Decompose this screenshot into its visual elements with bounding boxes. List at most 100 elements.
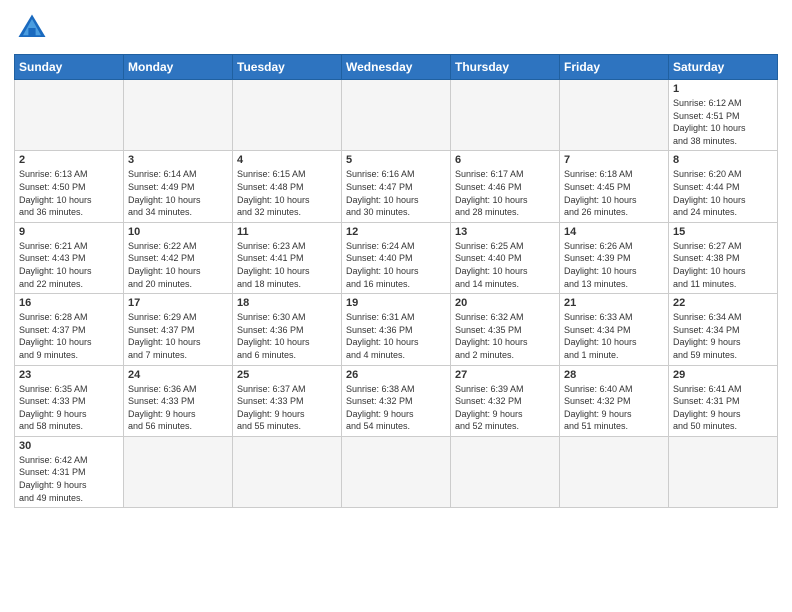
day-number: 7: [564, 154, 664, 166]
weekday-header-row: SundayMondayTuesdayWednesdayThursdayFrid…: [15, 55, 778, 80]
calendar-cell: 9Sunrise: 6:21 AM Sunset: 4:43 PM Daylig…: [15, 222, 124, 293]
day-info: Sunrise: 6:35 AM Sunset: 4:33 PM Dayligh…: [19, 383, 119, 433]
day-info: Sunrise: 6:27 AM Sunset: 4:38 PM Dayligh…: [673, 240, 773, 290]
day-number: 9: [19, 226, 119, 238]
day-number: 27: [455, 369, 555, 381]
weekday-header-tuesday: Tuesday: [233, 55, 342, 80]
calendar-cell: 10 Sunrise: 6:22 AM Sunset: 4:42 PM Dayli…: [124, 222, 233, 293]
calendar-cell: 19 Sunrise: 6:31 AM Sunset: 4:36 PM Dayli…: [342, 294, 451, 365]
calendar-week-row: 16Sunrise: 6:28 AM Sunset: 4:37 PM Dayli…: [15, 294, 778, 365]
day-number: 14: [564, 226, 664, 238]
day-info: Sunrise: 6:39 AM Sunset: 4:32 PM Dayligh…: [455, 383, 555, 433]
calendar-cell: 30 Sunrise: 6:42 AM Sunset: 4:31 PM Dayli…: [15, 436, 124, 507]
calendar-cell: 28Sunrise: 6:40 AM Sunset: 4:32 PM Dayli…: [560, 365, 669, 436]
day-info: Sunrise: 6:17 AM Sunset: 4:46 PM Dayligh…: [455, 168, 555, 218]
day-number: 12: [346, 226, 446, 238]
weekday-header-monday: Monday: [124, 55, 233, 80]
day-number: 17: [128, 297, 228, 309]
calendar-week-row: 9Sunrise: 6:21 AM Sunset: 4:43 PM Daylig…: [15, 222, 778, 293]
header: [14, 10, 778, 46]
day-number: 11: [237, 226, 337, 238]
day-info: Sunrise: 6:42 AM Sunset: 4:31 PM Dayligh…: [19, 454, 119, 504]
calendar-cell: [342, 436, 451, 507]
day-info: Sunrise: 6:15 AM Sunset: 4:48 PM Dayligh…: [237, 168, 337, 218]
calendar-cell: 3 Sunrise: 6:14 AM Sunset: 4:49 PM Daylig…: [124, 151, 233, 222]
calendar-cell: 27 Sunrise: 6:39 AM Sunset: 4:32 PM Dayli…: [451, 365, 560, 436]
day-info: Sunrise: 6:29 AM Sunset: 4:37 PM Dayligh…: [128, 311, 228, 361]
calendar-cell: 22Sunrise: 6:34 AM Sunset: 4:34 PM Dayli…: [669, 294, 778, 365]
calendar-cell: 1 Sunrise: 6:12 AM Sunset: 4:51 PM Daylig…: [669, 80, 778, 151]
calendar-cell: 16Sunrise: 6:28 AM Sunset: 4:37 PM Dayli…: [15, 294, 124, 365]
calendar-cell: [560, 436, 669, 507]
day-number: 2: [19, 154, 119, 166]
day-number: 3: [128, 154, 228, 166]
calendar-cell: 6 Sunrise: 6:17 AM Sunset: 4:46 PM Daylig…: [451, 151, 560, 222]
day-info: Sunrise: 6:26 AM Sunset: 4:39 PM Dayligh…: [564, 240, 664, 290]
day-number: 23: [19, 369, 119, 381]
day-number: 25: [237, 369, 337, 381]
day-number: 8: [673, 154, 773, 166]
day-info: Sunrise: 6:16 AM Sunset: 4:47 PM Dayligh…: [346, 168, 446, 218]
calendar-cell: [233, 436, 342, 507]
calendar-cell: 11Sunrise: 6:23 AM Sunset: 4:41 PM Dayli…: [233, 222, 342, 293]
day-number: 13: [455, 226, 555, 238]
calendar-cell: [15, 80, 124, 151]
day-info: Sunrise: 6:33 AM Sunset: 4:34 PM Dayligh…: [564, 311, 664, 361]
day-number: 15: [673, 226, 773, 238]
calendar-cell: 17 Sunrise: 6:29 AM Sunset: 4:37 PM Dayli…: [124, 294, 233, 365]
day-info: Sunrise: 6:22 AM Sunset: 4:42 PM Dayligh…: [128, 240, 228, 290]
calendar-cell: 29 Sunrise: 6:41 AM Sunset: 4:31 PM Dayli…: [669, 365, 778, 436]
day-number: 28: [564, 369, 664, 381]
day-info: Sunrise: 6:25 AM Sunset: 4:40 PM Dayligh…: [455, 240, 555, 290]
calendar-cell: [124, 80, 233, 151]
calendar-week-row: 30 Sunrise: 6:42 AM Sunset: 4:31 PM Dayli…: [15, 436, 778, 507]
calendar-table: SundayMondayTuesdayWednesdayThursdayFrid…: [14, 54, 778, 508]
day-info: Sunrise: 6:18 AM Sunset: 4:45 PM Dayligh…: [564, 168, 664, 218]
weekday-header-saturday: Saturday: [669, 55, 778, 80]
day-info: Sunrise: 6:36 AM Sunset: 4:33 PM Dayligh…: [128, 383, 228, 433]
page: SundayMondayTuesdayWednesdayThursdayFrid…: [0, 0, 792, 612]
day-info: Sunrise: 6:31 AM Sunset: 4:36 PM Dayligh…: [346, 311, 446, 361]
calendar-cell: 24 Sunrise: 6:36 AM Sunset: 4:33 PM Dayli…: [124, 365, 233, 436]
calendar-cell: 23 Sunrise: 6:35 AM Sunset: 4:33 PM Dayli…: [15, 365, 124, 436]
day-info: Sunrise: 6:41 AM Sunset: 4:31 PM Dayligh…: [673, 383, 773, 433]
day-info: Sunrise: 6:38 AM Sunset: 4:32 PM Dayligh…: [346, 383, 446, 433]
day-number: 30: [19, 440, 119, 452]
calendar-cell: 12Sunrise: 6:24 AM Sunset: 4:40 PM Dayli…: [342, 222, 451, 293]
day-number: 18: [237, 297, 337, 309]
day-number: 21: [564, 297, 664, 309]
day-info: Sunrise: 6:32 AM Sunset: 4:35 PM Dayligh…: [455, 311, 555, 361]
day-info: Sunrise: 6:12 AM Sunset: 4:51 PM Dayligh…: [673, 97, 773, 147]
day-number: 29: [673, 369, 773, 381]
weekday-header-thursday: Thursday: [451, 55, 560, 80]
day-number: 1: [673, 83, 773, 95]
calendar-cell: 14 Sunrise: 6:26 AM Sunset: 4:39 PM Dayli…: [560, 222, 669, 293]
day-info: Sunrise: 6:13 AM Sunset: 4:50 PM Dayligh…: [19, 168, 119, 218]
day-info: Sunrise: 6:34 AM Sunset: 4:34 PM Dayligh…: [673, 311, 773, 361]
day-number: 20: [455, 297, 555, 309]
weekday-header-wednesday: Wednesday: [342, 55, 451, 80]
day-number: 4: [237, 154, 337, 166]
calendar-cell: 21 Sunrise: 6:33 AM Sunset: 4:34 PM Dayli…: [560, 294, 669, 365]
calendar-cell: 8Sunrise: 6:20 AM Sunset: 4:44 PM Daylig…: [669, 151, 778, 222]
calendar-cell: [233, 80, 342, 151]
logo: [14, 10, 54, 46]
calendar-cell: 26Sunrise: 6:38 AM Sunset: 4:32 PM Dayli…: [342, 365, 451, 436]
weekday-header-sunday: Sunday: [15, 55, 124, 80]
calendar-cell: 25 Sunrise: 6:37 AM Sunset: 4:33 PM Dayli…: [233, 365, 342, 436]
calendar-cell: [342, 80, 451, 151]
day-number: 19: [346, 297, 446, 309]
day-info: Sunrise: 6:30 AM Sunset: 4:36 PM Dayligh…: [237, 311, 337, 361]
day-number: 10: [128, 226, 228, 238]
calendar-cell: 7 Sunrise: 6:18 AM Sunset: 4:45 PM Daylig…: [560, 151, 669, 222]
day-number: 5: [346, 154, 446, 166]
calendar-cell: [560, 80, 669, 151]
day-number: 24: [128, 369, 228, 381]
day-number: 16: [19, 297, 119, 309]
day-number: 6: [455, 154, 555, 166]
calendar-cell: 5 Sunrise: 6:16 AM Sunset: 4:47 PM Daylig…: [342, 151, 451, 222]
calendar-cell: [451, 80, 560, 151]
calendar-cell: [451, 436, 560, 507]
day-info: Sunrise: 6:37 AM Sunset: 4:33 PM Dayligh…: [237, 383, 337, 433]
day-info: Sunrise: 6:14 AM Sunset: 4:49 PM Dayligh…: [128, 168, 228, 218]
